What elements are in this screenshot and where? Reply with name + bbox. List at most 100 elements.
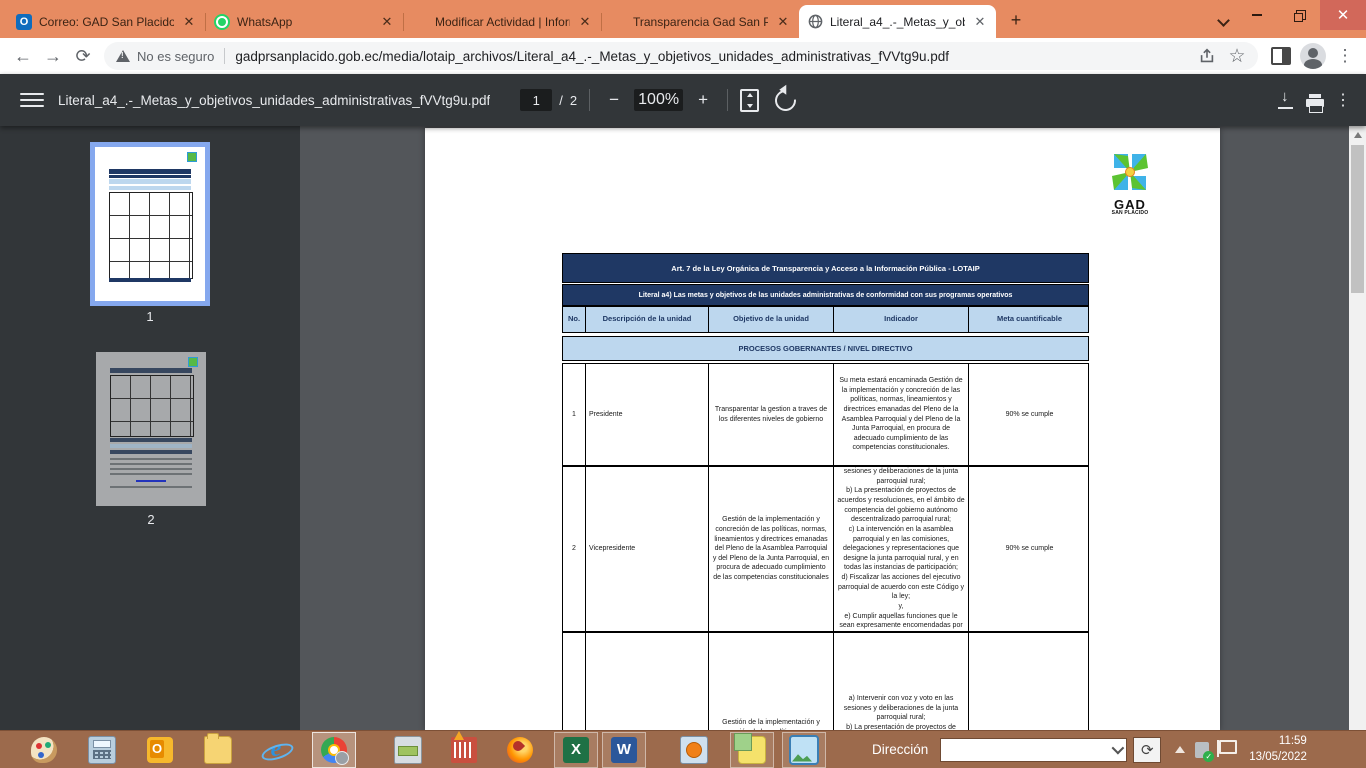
tab-close-icon[interactable]: ✕ (379, 14, 395, 30)
tab-label: Correo: GAD San Placido - Out (39, 15, 174, 29)
address-toolbar-label: Dirección (872, 742, 928, 757)
tab-label: Transparencia Gad San Placido (633, 15, 768, 29)
col-header-meta: Meta cuantificable (968, 307, 1090, 332)
reload-icon[interactable]: ⟳ (68, 41, 98, 71)
address-toolbar-input[interactable] (940, 738, 1127, 762)
taskbar-excel-icon[interactable]: X (554, 732, 598, 768)
pdf-more-menu-icon[interactable]: ⋮ (1334, 90, 1352, 110)
print-icon[interactable] (1306, 99, 1324, 107)
tab-label: Literal_a4_.-_Metas_y_objetivos (830, 15, 965, 29)
address-dropdown-chevron-icon[interactable] (1112, 742, 1125, 755)
action-center-flag-icon[interactable] (1219, 740, 1237, 754)
close-button[interactable]: ✕ (1320, 0, 1366, 30)
usb-device-icon[interactable] (1195, 742, 1209, 758)
taskbar-clock[interactable]: 11:59 13/05/2022 (1249, 734, 1307, 765)
zoom-in-icon[interactable]: + (691, 90, 715, 110)
cell-unidad: I Vocal (585, 633, 708, 730)
taskbar-media-player-icon[interactable] (672, 732, 716, 768)
cell-meta: 90% se cumple (968, 467, 1090, 631)
col-header-descripcion: Descripción de la unidad (585, 307, 708, 332)
taskbar-calculator-icon[interactable] (80, 732, 124, 768)
rotate-icon[interactable] (771, 85, 801, 115)
gad-logo-name: SAN PLÁCIDO (1106, 210, 1154, 216)
cell-objetivo: Gestión de la implementación y concreció… (708, 467, 833, 631)
taskbar-chrome-icon[interactable] (312, 732, 356, 768)
thumbnail-page-2-number: 2 (96, 512, 206, 527)
tab-close-icon[interactable]: ✕ (775, 14, 791, 30)
page-number-input[interactable]: 1 (520, 89, 552, 111)
table-row-vocal: 3 I Vocal Gestión de la implementación y… (562, 632, 1089, 730)
tab-modificar-actividad[interactable]: Modificar Actividad | Informes ✕ (404, 6, 601, 38)
vertical-scrollbar[interactable] (1349, 126, 1366, 730)
desktop-screen: O Correo: GAD San Placido - Out ✕ WhatsA… (0, 0, 1366, 768)
zoom-out-icon[interactable]: − (602, 90, 626, 110)
cell-indicador: a) Intervenir con voz y voto en las sesi… (833, 633, 968, 730)
scroll-up-arrow-icon[interactable] (1354, 132, 1362, 138)
address-go-refresh-icon[interactable]: ⟳ (1133, 737, 1161, 763)
new-tab-button[interactable]: + (1002, 6, 1030, 34)
tray-hidden-icons-arrow[interactable] (1175, 746, 1185, 753)
globe-favicon (807, 14, 823, 30)
col-header-no: No. (563, 307, 585, 332)
gad-logo: GAD SAN PLÁCIDO (1106, 152, 1154, 216)
tab-correo-outlook[interactable]: O Correo: GAD San Placido - Out ✕ (8, 6, 205, 38)
pdf-toolbar: Literal_a4_.-_Metas_y_objetivos_unidades… (0, 74, 1366, 126)
zoom-level[interactable]: 100% (634, 89, 683, 111)
restore-button[interactable] (1278, 0, 1320, 30)
tab-close-icon[interactable]: ✕ (972, 14, 988, 30)
tab-whatsapp[interactable]: WhatsApp ✕ (206, 6, 403, 38)
tab-label: Modificar Actividad | Informes (435, 15, 570, 29)
taskbar-photo-viewer-icon[interactable] (782, 732, 826, 768)
taskbar-paint-icon[interactable] (22, 732, 66, 768)
taskbar-word-icon[interactable]: W (602, 732, 646, 768)
page-separator: / (559, 93, 563, 108)
system-tray (1175, 740, 1237, 759)
forward-icon[interactable]: → (38, 41, 68, 71)
taskbar-firefox-icon[interactable] (498, 732, 542, 768)
mini-logo (187, 152, 197, 162)
download-icon[interactable] (1276, 90, 1296, 110)
url-text[interactable]: gadprsanplacido.gob.ec/media/lotaip_arch… (235, 49, 1192, 64)
tab-close-icon[interactable]: ✕ (577, 14, 593, 30)
cell-no: 1 (563, 364, 585, 465)
navbar-right-icons: ⋮ (1266, 41, 1360, 71)
cell-no: 3 (563, 633, 585, 730)
tab-close-icon[interactable]: ✕ (181, 14, 197, 30)
table-row-presidente: 1 Presidente Transparentar la gestion a … (562, 363, 1089, 466)
cell-objetivo: Transparentar la gestion a traves de los… (708, 364, 833, 465)
gad-favicon (412, 14, 428, 30)
taskbar-sticky-notes-icon[interactable] (730, 732, 774, 768)
cell-indicador: Su meta estará encaminada Gestión de la … (833, 364, 968, 465)
omnibox[interactable]: No es seguro gadprsanplacido.gob.ec/medi… (104, 42, 1258, 70)
page-controls: 1 / 2 (520, 89, 577, 111)
bookmark-star-icon[interactable]: ☆ (1222, 41, 1252, 71)
share-icon[interactable] (1192, 41, 1222, 71)
taskbar-internet-explorer-icon[interactable]: e (254, 732, 298, 768)
clock-date: 13/05/2022 (1249, 750, 1307, 766)
thumbnail-page-1[interactable]: 1 (95, 147, 205, 301)
browser-menu-icon[interactable]: ⋮ (1330, 41, 1360, 71)
outlook-favicon: O (16, 14, 32, 30)
taskbar-scanner-icon[interactable] (386, 732, 430, 768)
minimize-button[interactable] (1236, 0, 1278, 30)
whatsapp-favicon (214, 14, 230, 30)
thumbnail-page-2[interactable]: 2 (96, 352, 206, 506)
taskbar-shredder-icon[interactable] (442, 732, 486, 768)
omnibox-divider (224, 48, 225, 64)
side-panel-icon[interactable] (1266, 41, 1296, 71)
browser-navbar: ← → ⟳ No es seguro gadprsanplacido.gob.e… (0, 38, 1366, 74)
scrollbar-thumb[interactable] (1351, 145, 1364, 293)
pdf-content-area: 1 2 (0, 126, 1366, 730)
profile-avatar[interactable] (1298, 41, 1328, 71)
clock-time: 11:59 (1249, 734, 1307, 750)
tab-literal-a4-active[interactable]: Literal_a4_.-_Metas_y_objetivos ✕ (799, 5, 996, 38)
fit-to-page-icon[interactable] (740, 89, 759, 112)
pdf-menu-icon[interactable] (20, 88, 44, 112)
cell-unidad: Presidente (585, 364, 708, 465)
taskbar-outlook-icon[interactable] (138, 732, 182, 768)
tab-transparencia[interactable]: Transparencia Gad San Placido ✕ (602, 6, 799, 38)
back-icon[interactable]: ← (8, 41, 38, 71)
tab-search-chevron-icon[interactable] (1212, 8, 1236, 32)
taskbar-file-explorer-icon[interactable] (196, 732, 240, 768)
cell-unidad: Vicepresidente (585, 467, 708, 631)
